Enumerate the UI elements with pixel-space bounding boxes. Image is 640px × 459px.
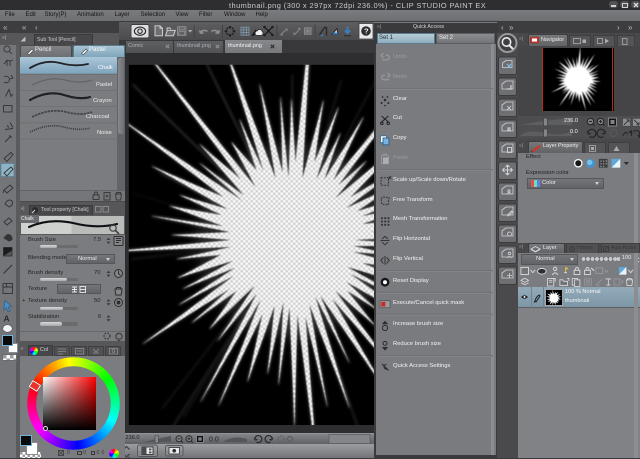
svg-text:A: A xyxy=(4,314,10,324)
svg-text:?: ? xyxy=(364,26,369,35)
svg-text:0.0: 0.0 xyxy=(209,437,219,444)
